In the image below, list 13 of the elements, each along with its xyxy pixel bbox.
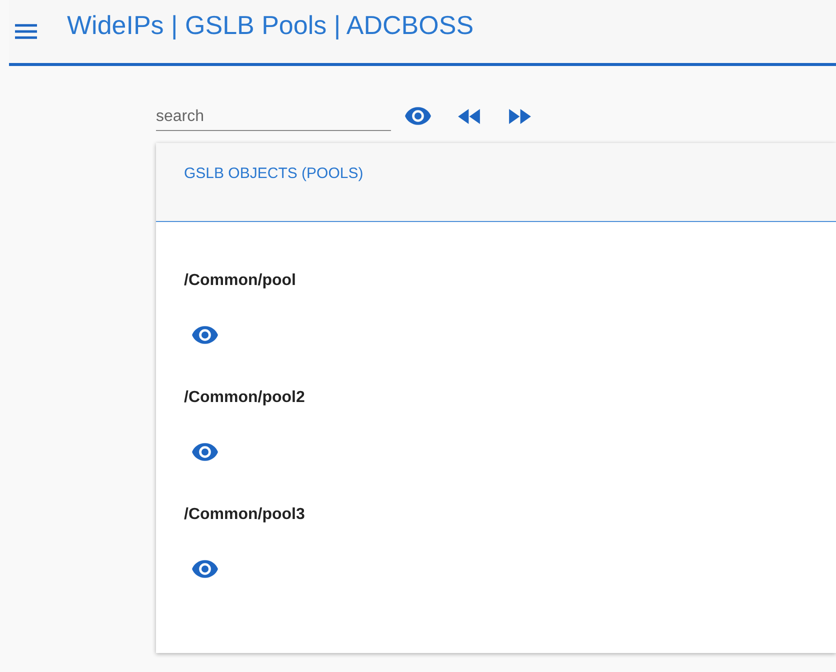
pool-name: /Common/pool (184, 272, 296, 290)
fast-forward-icon[interactable] (509, 108, 531, 124)
eye-icon[interactable] (192, 326, 218, 344)
search-field[interactable]: search (156, 104, 391, 131)
menu-icon[interactable] (15, 24, 37, 39)
pool-name: /Common/pool2 (184, 389, 305, 407)
pool-name: /Common/pool3 (184, 506, 305, 524)
card-title: GSLB OBJECTS (POOLS) (184, 165, 364, 182)
eye-icon[interactable] (192, 560, 218, 578)
page-title: WideIPs | GSLB Pools | ADCBOSS (67, 10, 474, 42)
eye-icon[interactable] (405, 107, 431, 125)
rewind-icon[interactable] (458, 108, 480, 124)
eye-icon[interactable] (192, 443, 218, 461)
